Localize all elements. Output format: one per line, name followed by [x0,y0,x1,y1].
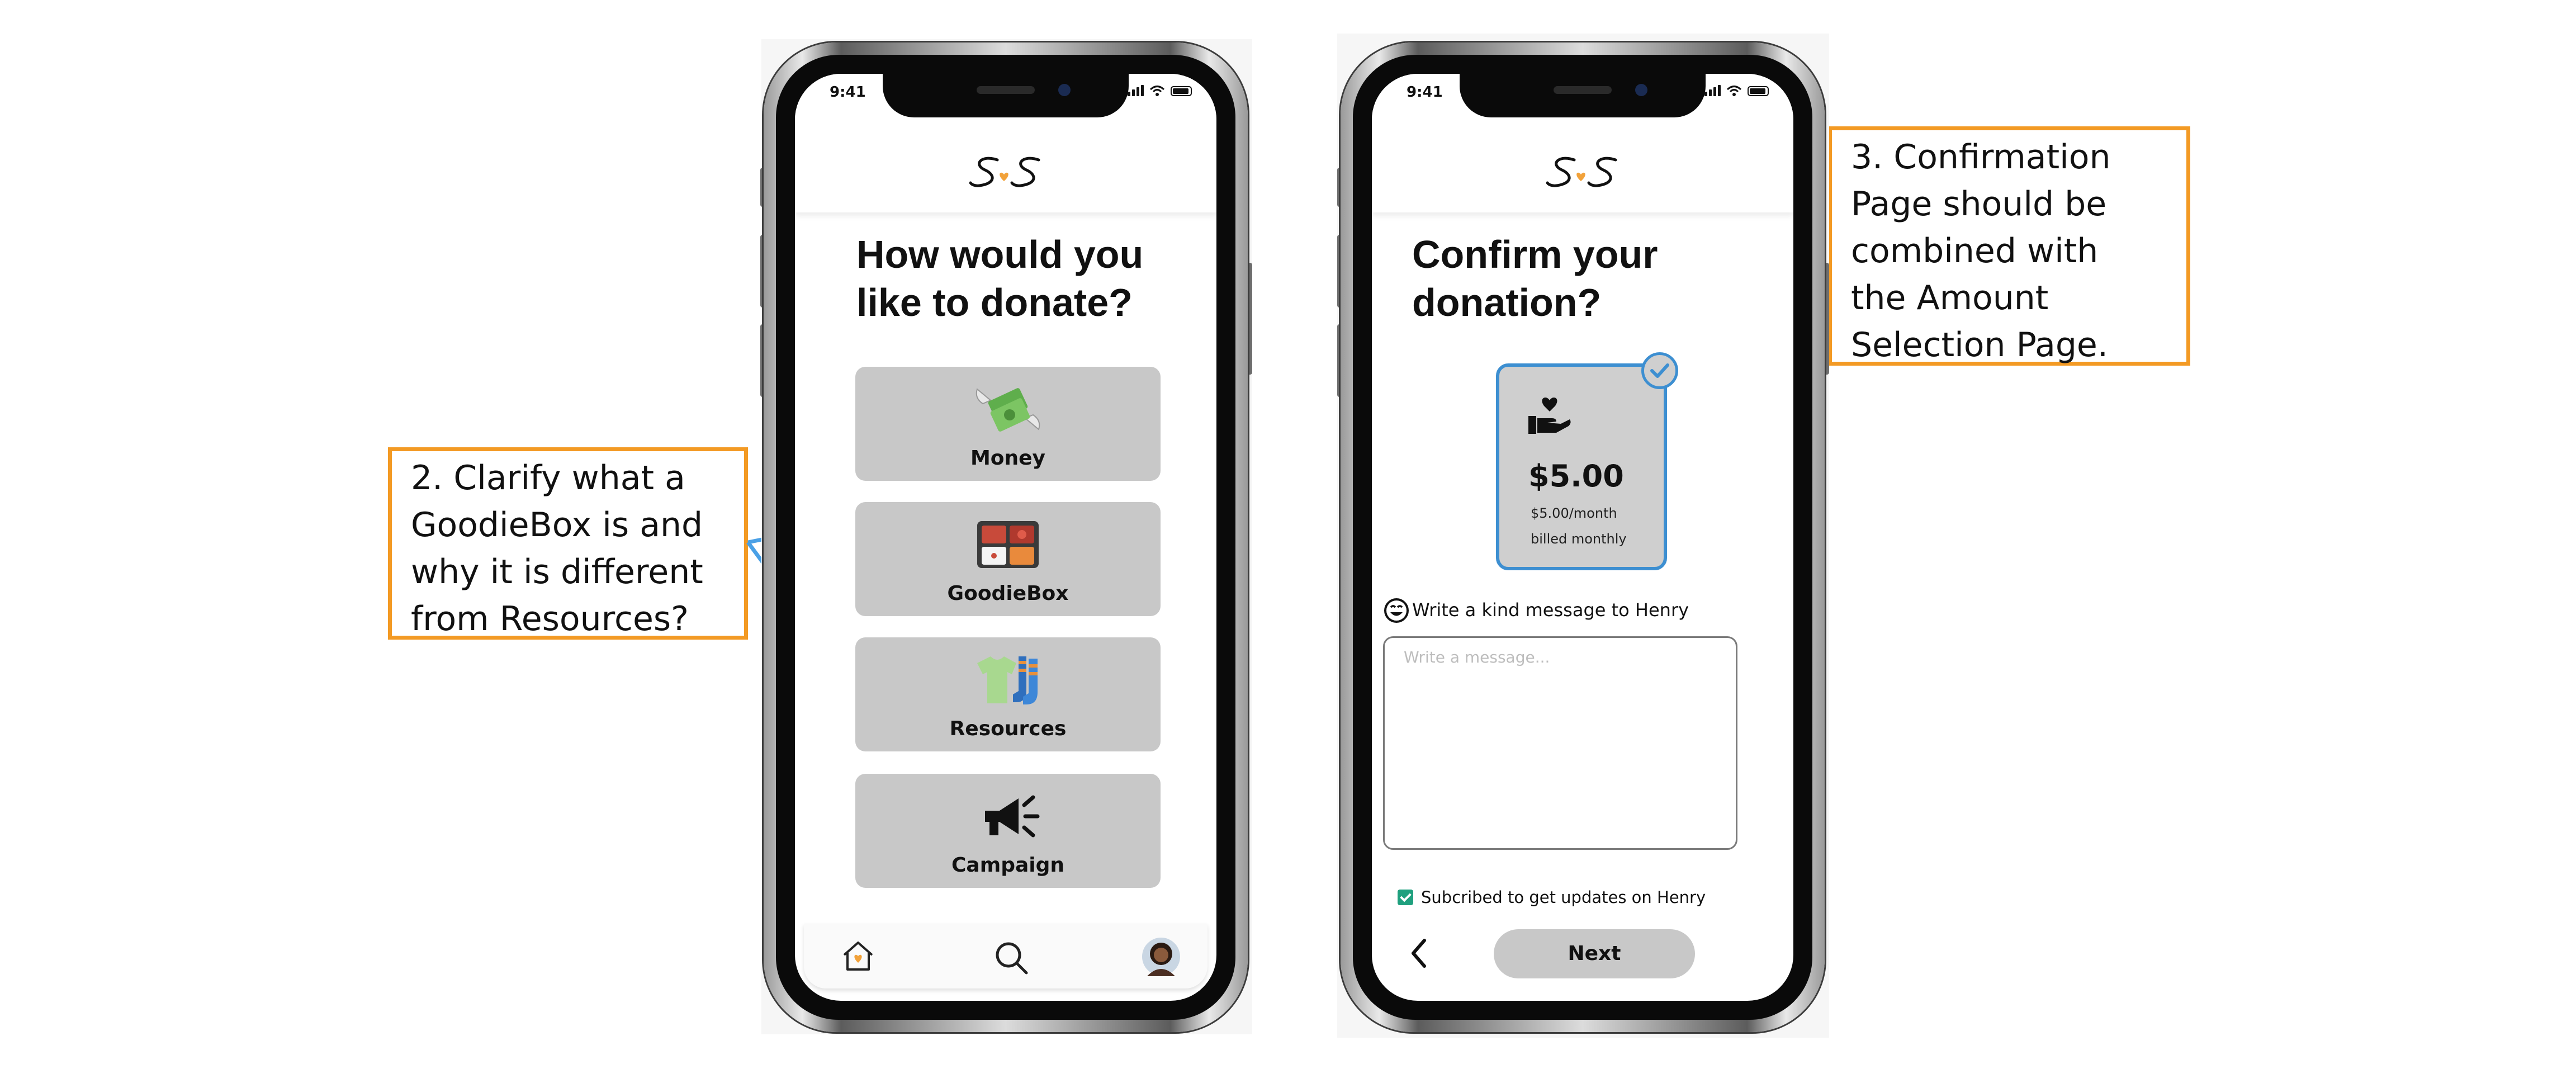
next-button[interactable]: Next [1494,929,1695,978]
phone-left: 9:41 How would you like to donate? Money… [764,42,1248,1032]
subscribe-row[interactable]: Subcribed to get updates on Henry [1398,888,1706,907]
signal-icon [1704,85,1721,96]
status-time: 9:41 [830,84,866,101]
wifi-icon [1149,86,1165,96]
app-logo-icon [969,157,1040,187]
money-wings-icon [976,388,1040,432]
selected-check-icon [1641,352,1678,389]
option-label: Resources [949,717,1067,740]
note-line: Selection Page. [1851,325,2108,365]
plan-period: $5.00/month [1531,505,1617,521]
status-icons [1704,85,1769,96]
donate-type-screen: 9:41 How would you like to donate? Money… [795,74,1216,1001]
subscribe-checkbox[interactable] [1398,890,1413,905]
status-icons [1128,85,1192,96]
search-icon[interactable] [993,939,1030,976]
battery-icon [1748,86,1769,96]
page-title: How would you like to donate? [856,233,1144,324]
option-label: Money [970,447,1046,470]
option-goodiebox-button[interactable]: GoodieBox [855,502,1161,616]
bento-box-icon [977,521,1039,568]
selected-plan-card[interactable]: $5.00 $5.00/month billed monthly [1496,352,1678,570]
option-resources-button[interactable]: Resources [855,637,1161,751]
note-line: from Resources? [411,599,689,638]
signal-icon [1128,85,1144,96]
phone-right: 9:41 Confirm your donation? $5.00 $5.00/… [1341,42,1825,1032]
battery-icon [1171,86,1192,96]
home-icon[interactable] [841,939,875,973]
note-line: why it is different [411,552,703,592]
option-money-button[interactable]: Money [855,367,1161,481]
note-line: the Amount [1851,278,2049,318]
message-prompt: Write a kind message to Henry [1412,599,1689,621]
annotation-goodiebox-note: 2. Clarify what a GoodieBox is and why i… [388,447,748,640]
status-time: 9:41 [1407,84,1443,101]
message-textarea[interactable]: Write a message... [1383,636,1737,850]
app-logo-icon [1546,157,1617,187]
back-chevron-icon[interactable] [1405,934,1433,973]
smiley-icon [1384,598,1409,623]
confirm-donation-screen: 9:41 Confirm your donation? $5.00 $5.00/… [1372,74,1793,1001]
wifi-icon [1726,86,1742,96]
profile-avatar[interactable] [1142,937,1181,976]
plan-price: $5.00 [1528,458,1624,494]
note-line: GoodieBox is and [411,505,703,545]
tshirt-socks-icon [977,656,1038,704]
option-label: Campaign [951,854,1065,877]
option-campaign-button[interactable]: Campaign [855,774,1161,888]
heart-hand-icon [1528,398,1571,434]
annotation-confirmation-note: 3. Confirmation Page should be combined … [1828,126,2190,366]
note-line: 3. Confirmation [1851,138,2111,177]
note-line: combined with [1851,231,2099,271]
page-title: Confirm your donation? [1412,233,1658,324]
megaphone-icon [985,795,1040,838]
option-label: GoodieBox [947,582,1069,605]
note-line: Page should be [1851,185,2107,224]
plan-billing: billed monthly [1531,531,1627,547]
subscribe-label: Subcribed to get updates on Henry [1421,888,1706,907]
note-line: 2. Clarify what a [411,458,685,498]
bottom-tab-bar [804,924,1208,988]
